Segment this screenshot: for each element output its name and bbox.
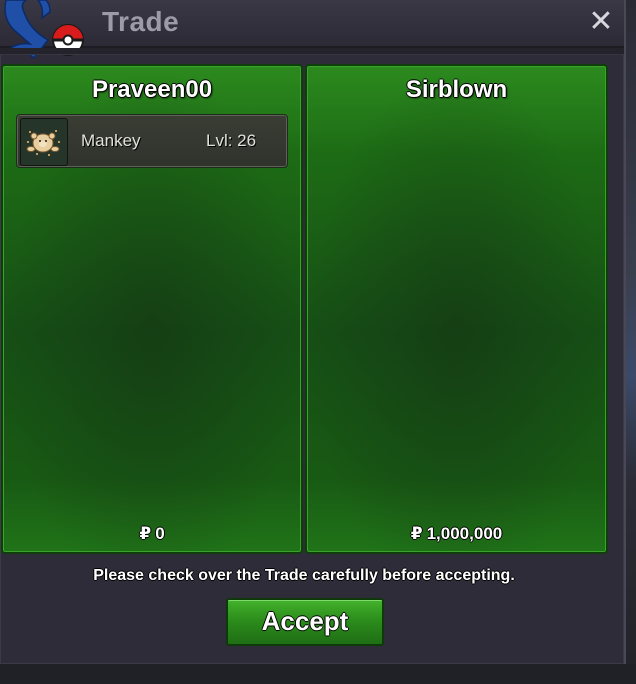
pokedollar-icon: ₽ [410,524,423,543]
item-level: Lvl: 26 [206,131,257,150]
money-amount-right: 1,000,000 [426,524,503,543]
trade-notice: Please check over the Trade carefully be… [93,567,515,584]
close-icon[interactable]: ✕ [586,6,616,38]
player-name-left: Praveen00 [91,76,213,103]
pokedollar-icon: ₽ [139,524,152,543]
player-name-right: Sirblown [405,76,508,103]
money-right: ₽1,000,000 [307,524,606,544]
window-title: Trade [102,6,180,37]
trade-item-slot[interactable]: Mankey Lvl: 26 [16,114,288,168]
trade-panel-left: Praveen00 Mankey Lvl: 26 ₽ 0 [1,64,303,554]
item-name: Mankey [81,131,141,150]
money-amount-left: 0 [155,524,165,543]
title-bar[interactable]: Trade ✕ [0,0,624,60]
money-left: ₽0 [3,524,301,544]
background-bottom [0,664,636,684]
title-divider [0,48,624,55]
mankey-sprite-icon [20,118,68,166]
accept-button[interactable]: Accept [226,598,384,646]
trade-window: Trade ✕ Praveen00 Mankey Lvl: 26 ₽ 0 Sir… [0,0,626,664]
trade-panel-right: Sirblown ₽1,000,000 [305,64,608,554]
